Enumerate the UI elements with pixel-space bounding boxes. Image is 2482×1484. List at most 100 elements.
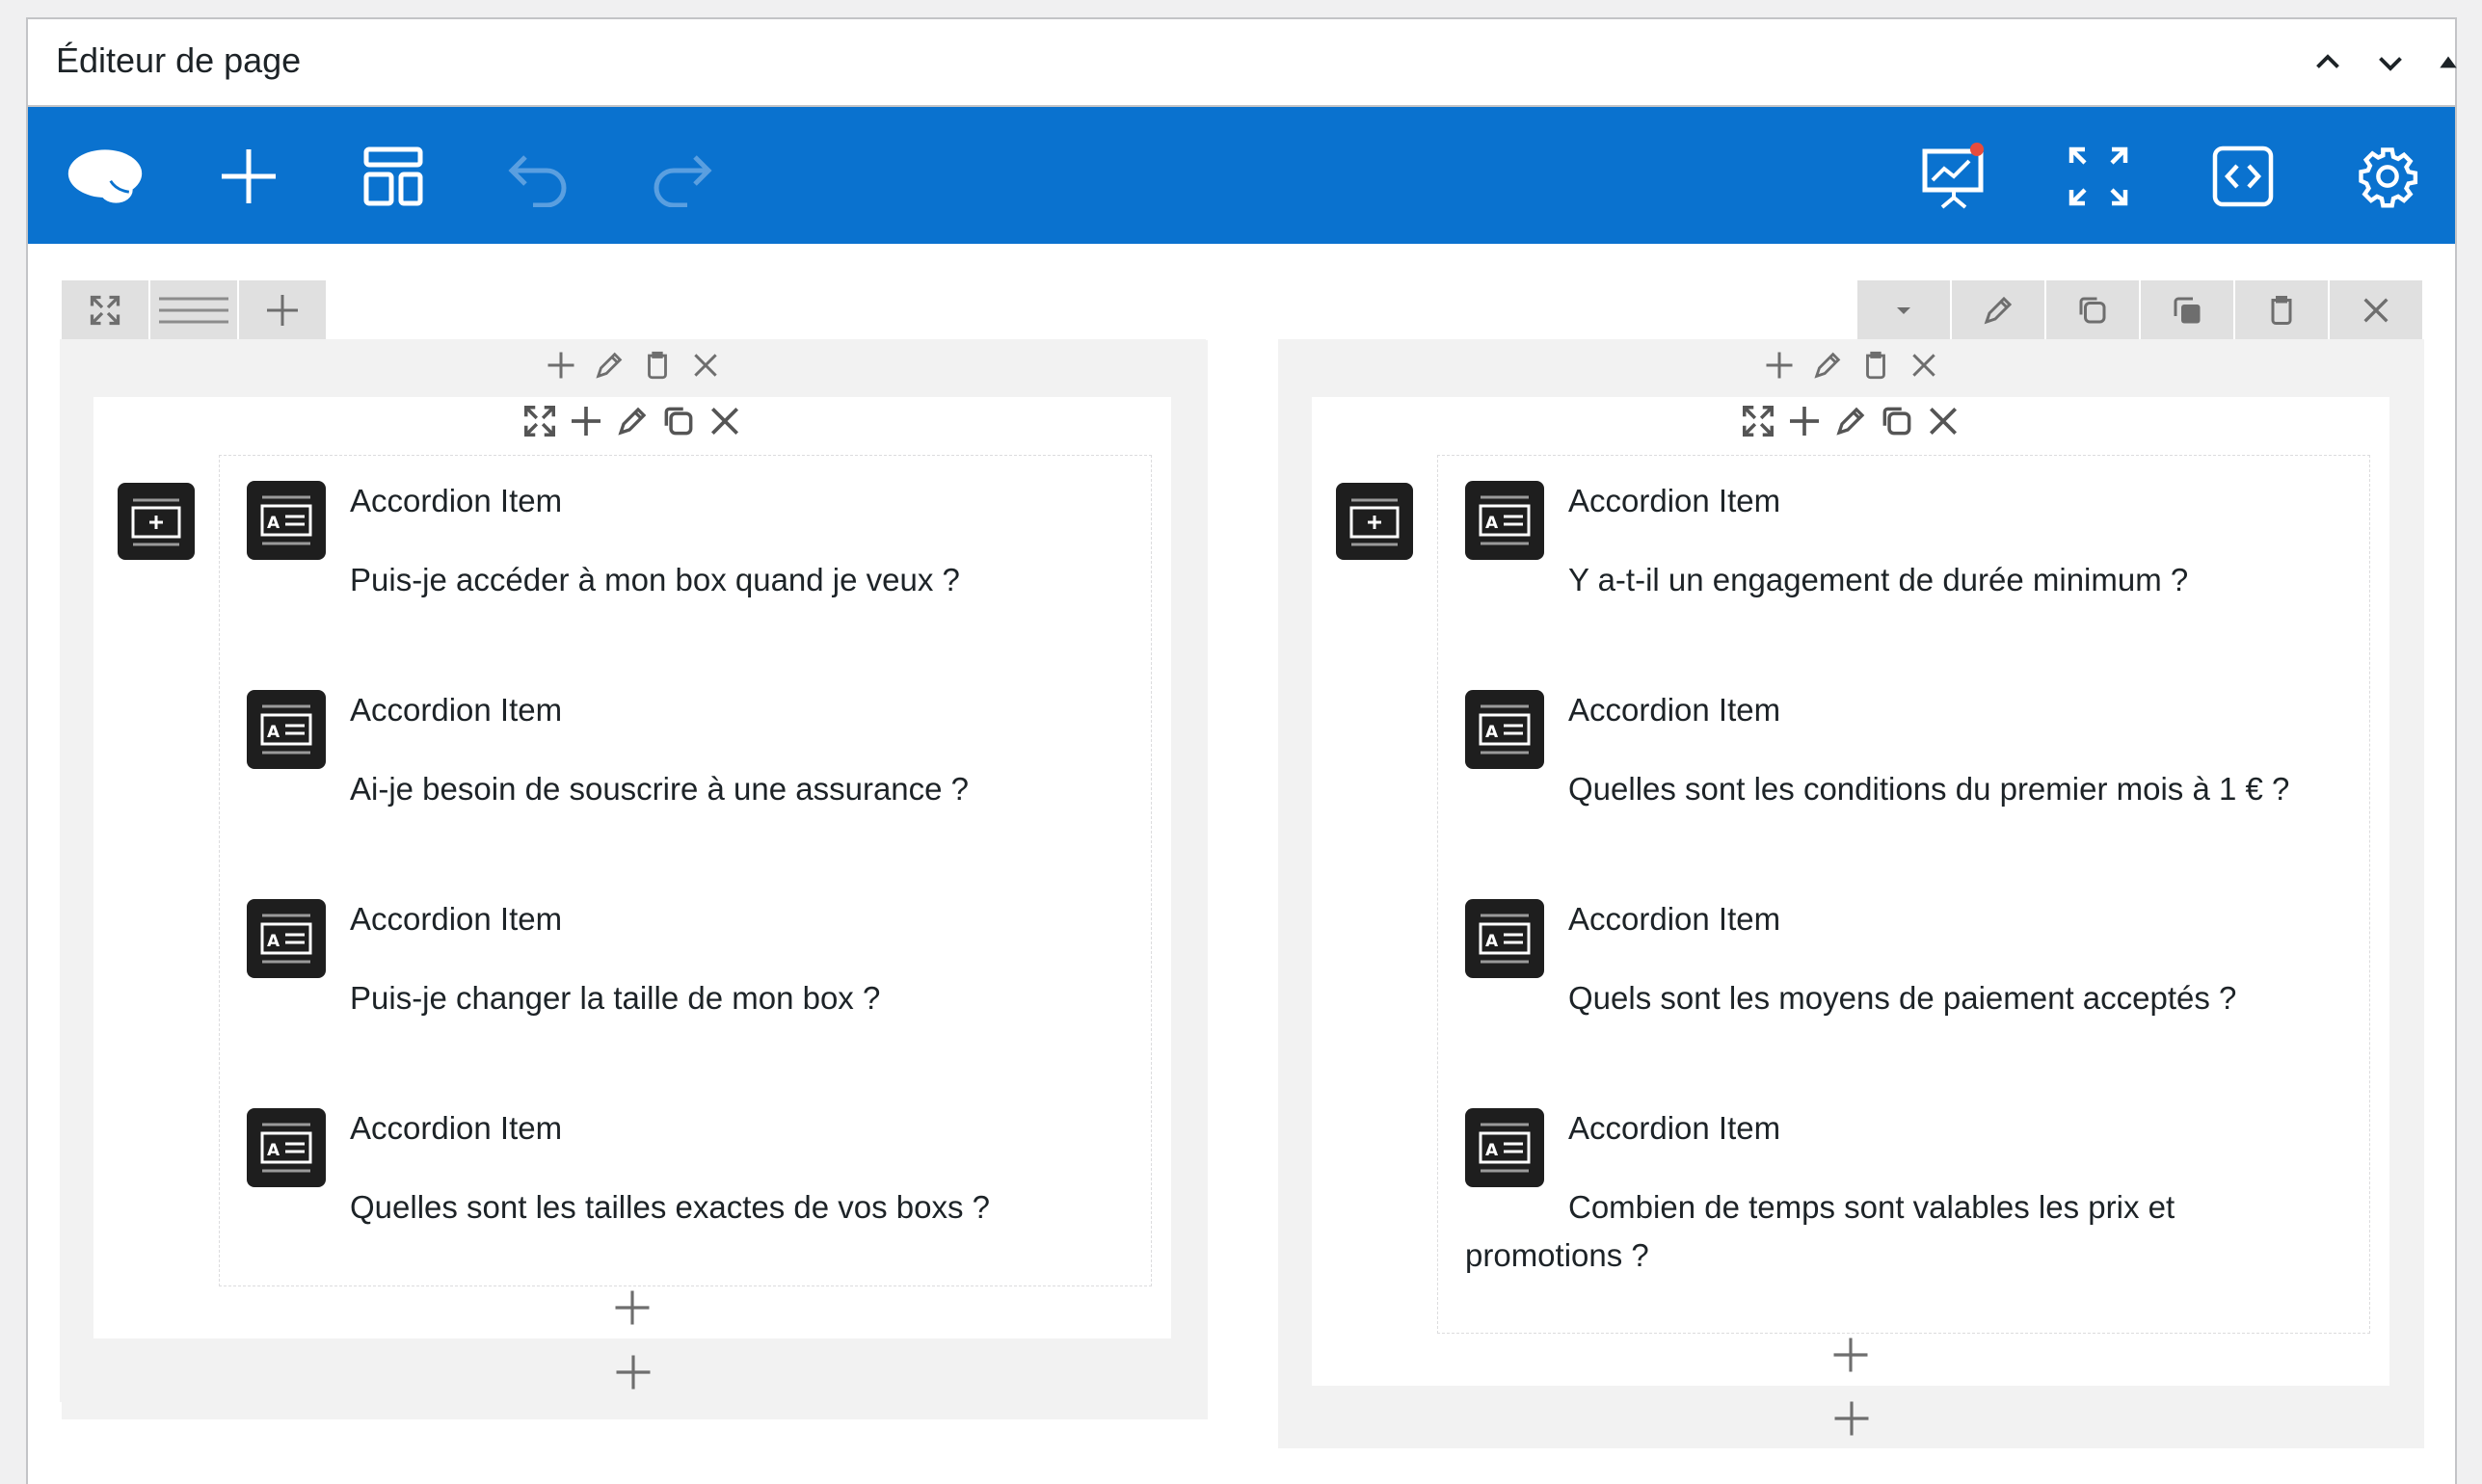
move-up-button[interactable] bbox=[2306, 40, 2350, 85]
caret-down-icon bbox=[1897, 307, 1910, 314]
add-icon bbox=[1766, 352, 1792, 379]
builder-logo-button[interactable] bbox=[65, 136, 146, 217]
row-delete-button[interactable] bbox=[2328, 280, 2422, 340]
accordion-item[interactable]: A Accordion Item Quelles sont les taille… bbox=[220, 1083, 1151, 1292]
svg-text:A: A bbox=[267, 1141, 280, 1160]
column-inner: A Accordion Item Y a-t-il un engagement … bbox=[1312, 397, 2389, 1386]
element-add-button[interactable] bbox=[563, 397, 609, 445]
row-toolbar-left bbox=[62, 280, 328, 340]
accordion-item-question: Puis-je accéder à mon box quand je veux … bbox=[350, 562, 960, 597]
accordion-item[interactable]: A Accordion Item Combien de temps sont v… bbox=[1438, 1083, 2369, 1292]
redo-icon bbox=[654, 155, 712, 207]
row-layout-button[interactable] bbox=[150, 280, 239, 340]
add-element-button[interactable] bbox=[208, 136, 289, 217]
fullscreen-icon bbox=[2068, 146, 2128, 206]
element-duplicate-button[interactable] bbox=[1874, 397, 1920, 445]
accordion-item-title: Accordion Item bbox=[350, 483, 563, 518]
accordion-item[interactable]: A Accordion Item Ai-je besoin de souscri… bbox=[220, 665, 1151, 874]
layouts-button[interactable] bbox=[353, 136, 434, 217]
analytics-icon bbox=[1922, 143, 1984, 209]
svg-text:A: A bbox=[1485, 1141, 1499, 1160]
element-edit-button[interactable] bbox=[1828, 397, 1874, 445]
accordion-item[interactable]: A Accordion Item Y a-t-il un engagement … bbox=[1438, 456, 2369, 665]
row-save-button[interactable] bbox=[2233, 280, 2328, 340]
add-icon bbox=[547, 352, 574, 379]
row-duplicate-button[interactable] bbox=[2044, 280, 2139, 340]
row-add-button[interactable] bbox=[239, 280, 328, 340]
accordion-item[interactable]: A Accordion Item Puis-je changer la tail… bbox=[220, 874, 1151, 1083]
add-module-inline[interactable] bbox=[1278, 1394, 2424, 1443]
accordion-item-glyph-icon: A bbox=[1479, 914, 1531, 964]
accordion-item-glyph-icon: A bbox=[1479, 704, 1531, 755]
accordion-item-title: Accordion Item bbox=[1568, 901, 1781, 937]
code-icon bbox=[2212, 146, 2274, 207]
accordion-item-icon: A bbox=[247, 899, 326, 978]
close-icon bbox=[1929, 407, 1958, 436]
pencil-icon bbox=[595, 352, 622, 379]
accordion-module-icon[interactable] bbox=[118, 483, 195, 560]
undo-button[interactable] bbox=[497, 136, 578, 217]
accordion-item-icon: A bbox=[247, 690, 326, 769]
accordion-item-title: Accordion Item bbox=[350, 1110, 563, 1146]
fullscreen-button[interactable] bbox=[2058, 136, 2139, 217]
element-delete-button[interactable] bbox=[1920, 397, 1966, 445]
chevron-down-icon bbox=[2379, 57, 2402, 71]
pencil-icon bbox=[1984, 296, 2013, 325]
accordion-item-title: Accordion Item bbox=[1568, 692, 1781, 728]
add-icon bbox=[615, 1290, 650, 1325]
column-delete-button[interactable] bbox=[1903, 344, 1945, 386]
settings-button[interactable] bbox=[2347, 136, 2428, 217]
pencil-icon bbox=[1813, 352, 1840, 379]
accordion-item-glyph-icon: A bbox=[260, 914, 312, 964]
accordion-item-question: Ai-je besoin de souscrire à une assuranc… bbox=[350, 771, 970, 807]
accordion-item-title: Accordion Item bbox=[1568, 483, 1781, 518]
accordion-item[interactable]: A Accordion Item Puis-je accéder à mon b… bbox=[220, 456, 1151, 665]
element-duplicate-button[interactable] bbox=[655, 397, 702, 445]
row-toolbar-right bbox=[1855, 280, 2422, 340]
element-resize-button[interactable] bbox=[517, 397, 563, 445]
redo-button[interactable] bbox=[642, 136, 723, 217]
add-element-inline[interactable] bbox=[1312, 1331, 2389, 1379]
element-delete-button[interactable] bbox=[702, 397, 748, 445]
element-add-button[interactable] bbox=[1781, 397, 1828, 445]
add-module-inline[interactable] bbox=[60, 1348, 1206, 1396]
column-add-button[interactable] bbox=[540, 344, 582, 386]
column-delete-button[interactable] bbox=[684, 344, 727, 386]
row-copy-button[interactable] bbox=[2139, 280, 2233, 340]
add-icon bbox=[572, 407, 600, 436]
row-resize-button[interactable] bbox=[62, 280, 150, 340]
row-dropdown-button[interactable] bbox=[1855, 280, 1950, 340]
accordion-item[interactable]: A Accordion Item Quels sont les moyens d… bbox=[1438, 874, 2369, 1083]
column-add-button[interactable] bbox=[1758, 344, 1801, 386]
column-edit-button[interactable] bbox=[588, 344, 630, 386]
accordion-add-icon bbox=[131, 498, 181, 546]
code-view-button[interactable] bbox=[2202, 136, 2283, 217]
row-edit-button[interactable] bbox=[1950, 280, 2044, 340]
toggle-panel-button[interactable] bbox=[2426, 40, 2470, 85]
duplicate-icon bbox=[664, 407, 693, 436]
column-save-button[interactable] bbox=[1855, 344, 1897, 386]
column-edit-button[interactable] bbox=[1806, 344, 1849, 386]
chevron-up-icon bbox=[2316, 54, 2339, 68]
add-element-inline[interactable] bbox=[93, 1284, 1171, 1332]
accordion-item-question: Quels sont les moyens de paiement accept… bbox=[1568, 980, 2237, 1016]
move-down-button[interactable] bbox=[2368, 40, 2413, 85]
accordion-item-title: Accordion Item bbox=[1568, 1110, 1781, 1146]
save-icon bbox=[1865, 351, 1885, 380]
svg-text:A: A bbox=[1485, 514, 1499, 533]
svg-text:A: A bbox=[1485, 932, 1499, 951]
column-save-button[interactable] bbox=[636, 344, 679, 386]
accordion-item-question: Puis-je changer la taille de mon box ? bbox=[350, 980, 881, 1016]
pencil-icon bbox=[1836, 407, 1865, 436]
element-resize-button[interactable] bbox=[1735, 397, 1781, 445]
add-icon bbox=[222, 149, 276, 203]
accordion-container: A Accordion Item Y a-t-il un engagement … bbox=[1437, 455, 2370, 1334]
analytics-button[interactable] bbox=[1913, 136, 1994, 217]
accordion-module-icon[interactable] bbox=[1336, 483, 1413, 560]
builder-toolbar bbox=[28, 107, 2455, 244]
svg-text:A: A bbox=[1485, 723, 1499, 742]
accordion-item[interactable]: A Accordion Item Quelles sont les condit… bbox=[1438, 665, 2369, 874]
close-icon bbox=[710, 407, 739, 436]
accordion-item-glyph-icon: A bbox=[1479, 1123, 1531, 1173]
element-edit-button[interactable] bbox=[609, 397, 655, 445]
